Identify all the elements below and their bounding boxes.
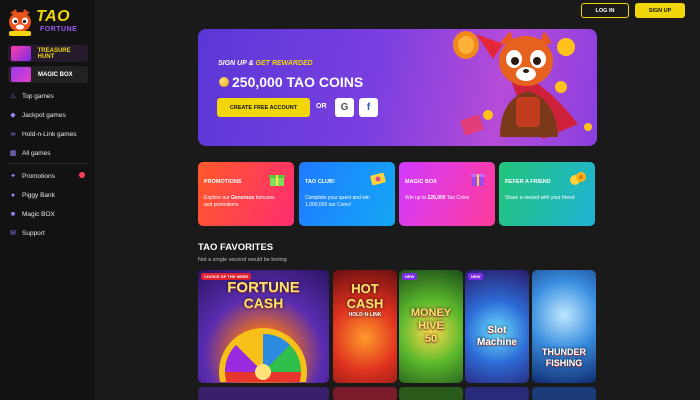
card-description: Explore our Generous bonuses and promoti…	[204, 195, 275, 208]
card-description: Win up to 226,000 Tao Coins	[405, 195, 470, 201]
facebook-icon: f	[366, 102, 371, 113]
sidebar-item-label: Top games	[22, 92, 54, 100]
game-tile-partial[interactable]	[198, 387, 329, 400]
tile-title-line2: CASH	[346, 296, 384, 311]
tile-title-line1: HOT	[351, 281, 379, 296]
game-tile-slot-machine[interactable]: NEW Slot Machine	[465, 270, 529, 383]
sidebar-item-label: Hold-n-Link games	[22, 130, 77, 138]
red-panda-logo-icon	[9, 9, 31, 36]
tile-title-line1: FORTUNE	[227, 279, 300, 296]
sidebar: TAO FORTUNE TREASURE HUNT MAGIC BOX ♨ To…	[0, 0, 95, 400]
card-title: MAGIC BOX	[405, 179, 437, 185]
card-description: Share a reward with your friend	[505, 195, 575, 201]
magic-box-card[interactable]: MAGIC BOX Win up to 226,000 Tao Coins	[399, 162, 495, 226]
game-tile-fortune-cash[interactable]: CHOICE OF THE WEEK FORTUNE CASH	[198, 270, 329, 383]
tile-badge: NEW	[468, 273, 484, 280]
magic-box-label: MAGIC BOX	[38, 71, 73, 78]
treasure-hunt-button[interactable]: TREASURE HUNT	[8, 45, 88, 62]
game-tile-money-hive[interactable]: NEW MONEY HIVE 50	[399, 270, 463, 383]
sidebar-item-label: Jackpot games	[22, 111, 66, 119]
sidebar-item-all-games[interactable]: ▦ All games	[9, 146, 51, 160]
hero-get-rewarded-text: GET REWARDED	[255, 60, 313, 67]
hero-tagline: SIGN UP & GET REWARDED	[218, 60, 313, 67]
tile-title-line1: THUNDER	[542, 347, 586, 357]
refer-a-friend-card[interactable]: REFER A FRIEND Share a reward with your …	[499, 162, 595, 226]
tile-title-line2: Machine	[476, 337, 517, 348]
treasure-hunt-label: TREASURE HUNT	[37, 47, 71, 60]
game-tile-partial[interactable]	[465, 387, 529, 400]
google-icon: G	[340, 102, 349, 113]
section-title: TAO FAVORITES	[198, 242, 274, 253]
promotions-notification-dot	[79, 172, 85, 178]
sidebar-item-piggy-bank[interactable]: ● Piggy Bank	[9, 188, 55, 202]
sidebar-item-hold-n-link-games[interactable]: ∞ Hold-n-Link games	[9, 127, 77, 141]
fortune-wheel-icon	[219, 328, 307, 382]
fire-icon: ♨	[9, 93, 17, 100]
treasure-chest-icon	[11, 46, 31, 61]
logo-name-top: TAO	[36, 8, 71, 25]
red-panda-mascot-icon	[453, 31, 592, 139]
sidebar-item-magic-box[interactable]: ■ Magic BOX	[9, 207, 55, 221]
logo[interactable]: TAO FORTUNE	[6, 5, 84, 39]
sidebar-divider	[9, 163, 87, 164]
hero-amount-text: 250,000 TAO COINS	[232, 74, 364, 90]
promotions-card[interactable]: PROMOTIONS Explore our Generous bonuses …	[198, 162, 294, 226]
sidebar-item-top-games[interactable]: ♨ Top games	[9, 89, 54, 103]
gift-icon	[269, 175, 285, 186]
sidebar-item-support[interactable]: ✉ Support	[9, 226, 45, 240]
tile-title-line1: MONEY	[410, 307, 452, 319]
hero-amp-text: &	[248, 60, 254, 67]
piggy-bank-icon: ●	[10, 191, 16, 199]
facebook-signin-button[interactable]: f	[359, 98, 378, 117]
gift-icon: ✦	[10, 173, 16, 180]
coin-icon	[219, 77, 229, 87]
coins-icon	[570, 172, 586, 185]
game-tile-hot-cash[interactable]: HOT CASH HOLD·N·LINK	[333, 270, 397, 383]
card-title: REFER A FRIEND	[505, 179, 551, 185]
tile-title-line2: HIVE	[418, 320, 444, 332]
tile-title-line2: FISHING	[545, 358, 583, 368]
sidebar-item-label: Piggy Bank	[22, 191, 55, 199]
hero-amount: 250,000 TAO COINS	[219, 74, 363, 90]
login-button[interactable]: LOG IN	[581, 3, 629, 18]
hero-sign-up-text: SIGN UP	[218, 60, 247, 67]
sidebar-item-label: Support	[22, 229, 45, 237]
magic-box-button[interactable]: MAGIC BOX	[8, 66, 88, 83]
sidebar-item-label: Promotions	[22, 172, 55, 180]
gift-box-icon	[11, 67, 31, 82]
game-tile-partial[interactable]	[399, 387, 463, 400]
sidebar-item-label: All games	[22, 149, 51, 157]
game-tile-partial[interactable]	[532, 387, 596, 400]
support-icon: ✉	[10, 230, 16, 237]
logo-name-bottom: FORTUNE	[40, 26, 78, 33]
tile-badge: NEW	[402, 273, 418, 280]
box-icon: ■	[10, 210, 16, 218]
link-icon: ∞	[10, 130, 16, 138]
game-tile-thunder-fishing[interactable]: THUNDER FISHING	[532, 270, 596, 383]
box-icon	[471, 174, 485, 186]
game-tile-partial[interactable]	[333, 387, 397, 400]
sidebar-item-promotions[interactable]: ✦ Promotions	[9, 169, 55, 183]
sidebar-item-label: Magic BOX	[22, 210, 55, 218]
card-title: PROMOTIONS	[204, 179, 242, 185]
google-signin-button[interactable]: G	[335, 98, 354, 117]
tile-title-line3: 50	[424, 333, 438, 345]
sidebar-item-jackpot-games[interactable]: ◆ Jackpot games	[9, 108, 66, 122]
section-subtitle: Not a single second would be boring	[198, 257, 287, 263]
hero-or-text: OR	[316, 103, 327, 110]
diamond-icon: ◆	[10, 112, 16, 119]
create-free-account-button[interactable]: CREATE FREE ACCOUNT	[217, 98, 310, 117]
card-title: TAO CLUB!	[305, 179, 335, 185]
tao-club-card[interactable]: TAO CLUB! Complete your quest and win 1,…	[299, 162, 395, 226]
tile-title-line1: Slot	[487, 325, 507, 336]
tile-title-line2: CASH	[243, 295, 284, 311]
hero-banner: SIGN UP & GET REWARDED 250,000 TAO COINS…	[198, 29, 597, 146]
signup-button[interactable]: SIGN UP	[635, 3, 685, 18]
card-description: Complete your quest and win 1,000,000 ta…	[305, 195, 370, 208]
ticket-icon	[370, 172, 386, 186]
grid-icon: ▦	[9, 150, 17, 157]
tile-title-line3: HOLD·N·LINK	[348, 312, 382, 318]
